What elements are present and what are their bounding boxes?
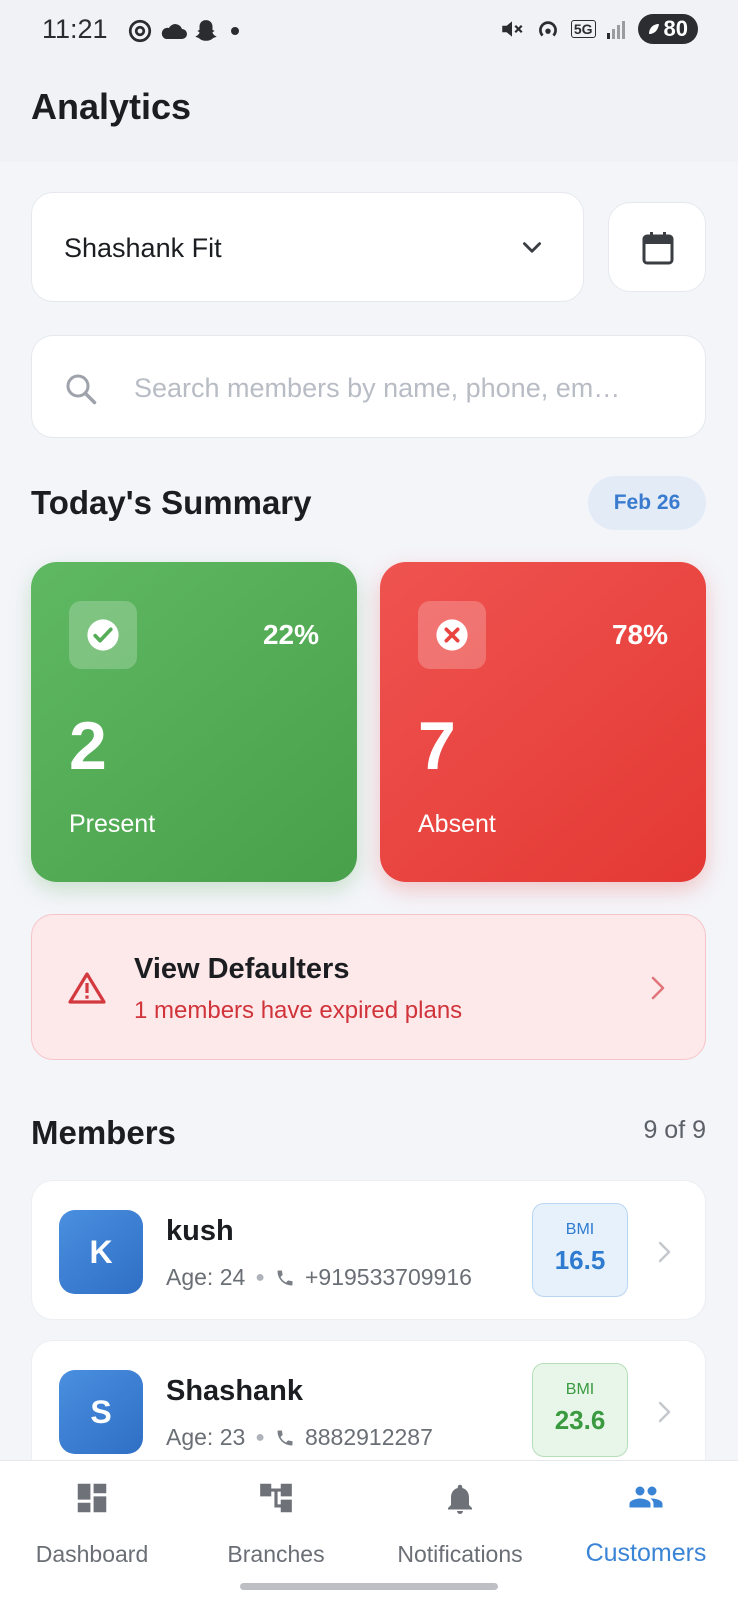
bell-icon xyxy=(448,1484,472,1514)
bmi-label: BMI xyxy=(565,1221,595,1238)
members-count: 9 of 9 xyxy=(643,1116,706,1144)
x-circle-icon xyxy=(436,619,468,651)
present-icon-box xyxy=(69,601,137,669)
bmi-label: BMI xyxy=(565,1381,595,1398)
member-card[interactable]: S Shashank Age: 23 ● 8882912287 BMI 23.6 xyxy=(31,1340,706,1480)
nav-notifications-label: Notifications xyxy=(397,1541,523,1567)
summary-title: Today's Summary xyxy=(31,484,312,521)
member-name: kush xyxy=(166,1215,234,1247)
chevron-right-icon xyxy=(651,976,665,1000)
snapchat-icon xyxy=(195,20,217,41)
bmi-value: 23.6 xyxy=(554,1405,606,1435)
battery-saver-icon xyxy=(648,24,659,34)
member-meta: Age: 24 ● +919533709916 xyxy=(166,1264,472,1291)
nav-dashboard-label: Dashboard xyxy=(35,1541,149,1567)
chevron-right-icon xyxy=(658,1401,671,1423)
date-picker-button[interactable] xyxy=(608,202,706,292)
present-count: 2 xyxy=(69,708,107,784)
present-percent: 22% xyxy=(262,619,319,650)
nav-branches-label: Branches xyxy=(227,1541,325,1567)
absent-icon-box xyxy=(418,601,486,669)
cloud-icon xyxy=(161,24,187,39)
nav-customers-label: Customers xyxy=(585,1539,707,1567)
calendar-icon xyxy=(642,232,674,265)
present-label: Present xyxy=(69,810,156,838)
page-title: Analytics xyxy=(31,86,192,127)
check-circle-icon xyxy=(87,619,119,651)
more-notifications-dot xyxy=(231,27,239,35)
status-time: 11:21 xyxy=(42,14,108,44)
phone-icon xyxy=(277,1430,293,1445)
bmi-badge: BMI 23.6 xyxy=(532,1363,628,1457)
member-card[interactable]: K kush Age: 24 ● +919533709916 BMI 16.5 xyxy=(31,1180,706,1320)
signal-icon xyxy=(606,21,625,39)
defaulters-subtitle: 1 members have expired plans xyxy=(134,997,463,1024)
status-system-icons: 5G 80 xyxy=(499,14,698,44)
status-notification-icons xyxy=(127,18,239,44)
dashboard-icon xyxy=(77,1483,107,1513)
member-meta: Age: 23 ● 8882912287 xyxy=(166,1424,433,1451)
present-card[interactable]: 22% 2 Present xyxy=(31,562,357,882)
mute-icon xyxy=(502,21,523,37)
summary-date-badge[interactable]: Feb 26 xyxy=(588,476,706,530)
member-age: Age: 24 xyxy=(166,1264,246,1290)
threads-icon xyxy=(128,19,152,43)
nav-branches[interactable]: Branches xyxy=(184,1461,368,1571)
bottom-navigation: Dashboard Branches Notifications Custome… xyxy=(0,1460,738,1601)
branches-icon xyxy=(260,1483,292,1513)
search-icon xyxy=(66,374,97,405)
nav-customers[interactable]: Customers xyxy=(554,1461,738,1571)
warning-icon xyxy=(68,972,106,1004)
chevron-right-icon xyxy=(658,1241,671,1263)
app-header: 11:21 5G 80 Analytics xyxy=(0,0,738,162)
bmi-value: 16.5 xyxy=(554,1245,606,1275)
absent-label: Absent xyxy=(418,810,496,838)
view-defaulters-banner[interactable]: View Defaulters 1 members have expired p… xyxy=(31,914,706,1060)
nav-dashboard[interactable]: Dashboard xyxy=(0,1461,184,1571)
member-name: Shashank xyxy=(166,1375,303,1407)
people-icon xyxy=(629,1486,663,1508)
gym-selector-value: Shashank Fit xyxy=(64,233,222,263)
defaulters-title: View Defaulters xyxy=(134,953,350,985)
hotspot-icon xyxy=(538,21,557,37)
absent-percent: 78% xyxy=(611,619,668,650)
search-input[interactable] xyxy=(132,362,696,414)
member-phone: +919533709916 xyxy=(304,1264,472,1290)
avatar: S xyxy=(59,1370,143,1454)
absent-card[interactable]: 78% 7 Absent xyxy=(380,562,706,882)
gym-selector-dropdown[interactable]: Shashank Fit xyxy=(31,192,584,302)
separator-dot: ● xyxy=(255,1428,265,1446)
members-title: Members xyxy=(31,1114,176,1151)
phone-icon xyxy=(277,1270,293,1285)
member-search-bar xyxy=(31,335,706,438)
battery-level: 80 xyxy=(663,16,688,41)
chevron-down-icon xyxy=(523,242,541,253)
member-phone: 8882912287 xyxy=(304,1424,433,1450)
network-5g-icon: 5G xyxy=(570,20,596,38)
nav-notifications[interactable]: Notifications xyxy=(368,1461,552,1571)
home-indicator[interactable] xyxy=(240,1583,498,1590)
separator-dot: ● xyxy=(255,1268,265,1286)
member-age: Age: 23 xyxy=(166,1424,246,1450)
battery-indicator: 80 xyxy=(637,14,698,44)
avatar: K xyxy=(59,1210,143,1294)
bmi-badge: BMI 16.5 xyxy=(532,1203,628,1297)
absent-count: 7 xyxy=(418,708,456,784)
